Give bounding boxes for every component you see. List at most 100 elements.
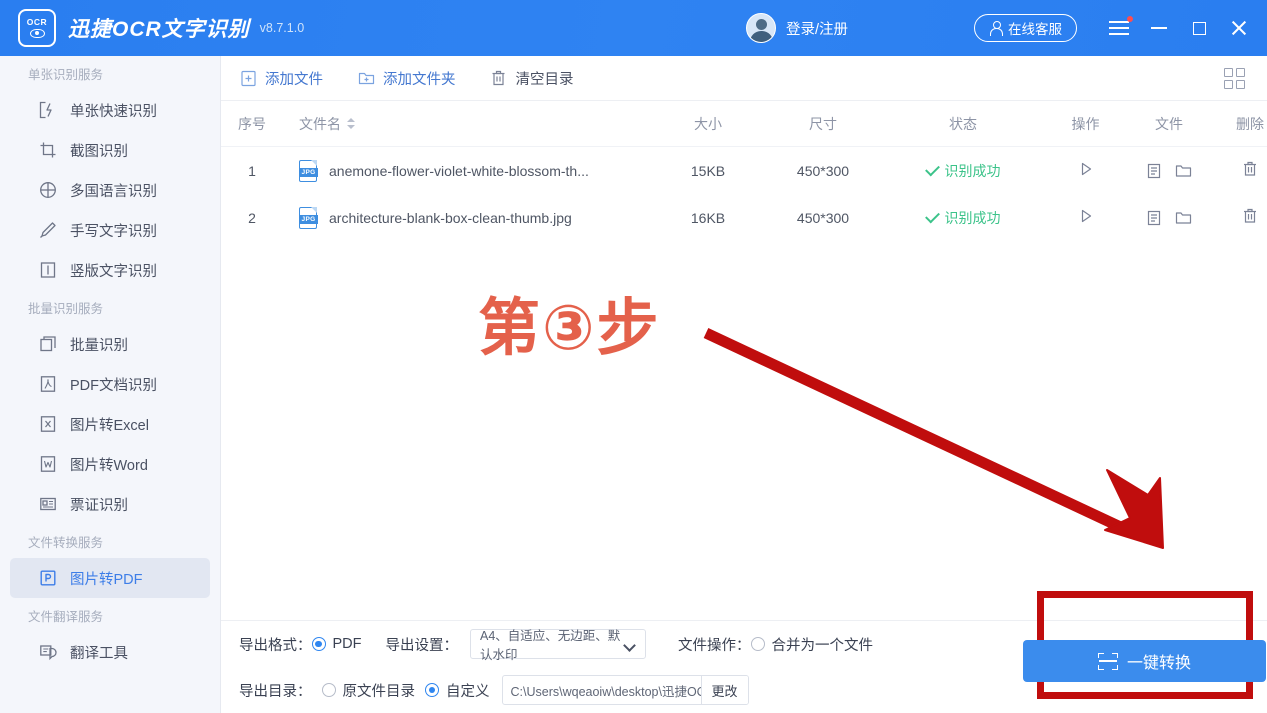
export-setting-select[interactable]: A4、自适应、无边距、默认水印 xyxy=(470,629,646,662)
sidebar-item-screenshot-ocr[interactable]: 截图识别 xyxy=(10,130,210,170)
sidebar-item-image-to-pdf[interactable]: 图片转PDF xyxy=(10,558,210,598)
row-file-actions[interactable] xyxy=(1128,210,1210,226)
export-setting-value: A4、自适应、无边距、默认水印 xyxy=(480,629,621,662)
login-register-link[interactable]: 登录/注册 xyxy=(786,18,848,39)
sidebar-item-translate-tool[interactable]: 翻译工具 xyxy=(10,632,210,672)
person-icon xyxy=(989,21,1003,36)
column-header-status: 状态 xyxy=(949,115,977,132)
account-area[interactable]: 登录/注册 xyxy=(746,0,848,56)
play-icon xyxy=(1078,161,1094,177)
row-filename-cell: JPG anemone-flower-violet-white-blossom-… xyxy=(283,159,653,182)
export-path-field[interactable]: C:\Users\wqeaoiw\desktop\迅捷OCR文字识 更改 xyxy=(501,675,749,705)
file-toolbar: 添加文件 添加文件夹 清空目录 xyxy=(221,56,1267,101)
table-row[interactable]: 1 JPG anemone-flower-violet-white-blosso… xyxy=(221,147,1267,194)
row-file-actions[interactable] xyxy=(1128,163,1210,179)
grid-view-icon[interactable] xyxy=(1224,68,1245,89)
avatar[interactable] xyxy=(746,13,776,43)
sidebar-item-label: 多国语言识别 xyxy=(70,183,157,200)
export-dir-custom-label: 自定义 xyxy=(446,683,490,700)
export-dir-original-option[interactable]: 原文件目录 xyxy=(321,680,416,701)
row-index: 2 xyxy=(248,209,256,226)
change-path-button[interactable]: 更改 xyxy=(700,676,748,704)
one-click-convert-button[interactable]: 一键转换 xyxy=(1023,640,1266,682)
sidebar-item-label: 图片转PDF xyxy=(70,571,143,588)
row-filename-cell: JPG architecture-blank-box-clean-thumb.j… xyxy=(283,206,653,229)
sort-icon[interactable] xyxy=(347,117,355,130)
close-button[interactable] xyxy=(1219,0,1259,56)
row-status-label: 识别成功 xyxy=(944,162,1001,179)
column-header-delete: 删除 xyxy=(1236,115,1264,132)
row-preview-button[interactable] xyxy=(1043,208,1128,227)
sidebar-item-quick-scan[interactable]: 单张快速识别 xyxy=(10,90,210,130)
export-format-label: 导出格式： xyxy=(239,637,312,654)
vertical-text-icon xyxy=(38,261,57,280)
notification-dot xyxy=(1127,16,1133,22)
minimize-button[interactable] xyxy=(1139,0,1179,56)
sidebar-item-pdf-ocr[interactable]: PDF文档识别 xyxy=(10,364,210,404)
folder-icon[interactable] xyxy=(1175,210,1192,226)
add-file-button[interactable]: 添加文件 xyxy=(239,68,323,89)
row-dimension: 450*300 xyxy=(796,162,850,179)
check-icon xyxy=(924,208,940,224)
column-header-index: 序号 xyxy=(238,115,266,132)
sidebar-item-label: 批量识别 xyxy=(70,337,128,354)
document-icon[interactable] xyxy=(1146,163,1162,179)
row-delete-button[interactable] xyxy=(1210,208,1267,227)
sidebar-item-handwriting-ocr[interactable]: 手写文字识别 xyxy=(10,210,210,250)
export-format-pdf-radio[interactable] xyxy=(311,637,326,651)
menu-button[interactable] xyxy=(1099,0,1139,56)
scan-icon xyxy=(1097,652,1118,670)
title-bar: OCR 迅捷OCR文字识别 v8.7.1.0 登录/注册 在线客服 xyxy=(0,0,1267,56)
row-status: 识别成功 xyxy=(883,207,1043,228)
sidebar-item-label: 票证识别 xyxy=(70,497,128,514)
sidebar-item-label: 图片转Excel xyxy=(70,417,149,434)
export-dir-label: 导出目录： xyxy=(239,683,312,700)
sidebar-item-label: 图片转Word xyxy=(70,457,148,474)
column-header-dimension: 尺寸 xyxy=(809,115,837,132)
clear-list-label: 清空目录 xyxy=(515,71,574,88)
row-delete-button[interactable] xyxy=(1210,161,1267,180)
export-setting-label: 导出设置： xyxy=(385,637,459,654)
sidebar-item-certificate-ocr[interactable]: 票证识别 xyxy=(10,484,210,524)
globe-icon xyxy=(38,181,57,200)
word-icon xyxy=(38,455,57,474)
app-title: 迅捷OCR文字识别 xyxy=(68,18,250,41)
app-logo-icon: OCR xyxy=(18,9,56,47)
export-dir-custom-radio[interactable] xyxy=(425,683,439,697)
folder-icon[interactable] xyxy=(1175,163,1192,179)
row-size: 16KB xyxy=(690,209,726,226)
table-row[interactable]: 2 JPG architecture-blank-box-clean-thumb… xyxy=(221,194,1267,241)
sidebar-item-label: 单张快速识别 xyxy=(70,103,157,120)
maximize-icon xyxy=(1192,21,1206,35)
jpg-file-icon-label: JPG xyxy=(299,214,318,224)
maximize-button[interactable] xyxy=(1179,0,1219,56)
add-folder-button[interactable]: 添加文件夹 xyxy=(357,68,456,89)
sidebar-item-batch-ocr[interactable]: 批量识别 xyxy=(10,324,210,364)
sidebar-item-label: 竖版文字识别 xyxy=(70,263,157,280)
sidebar-item-image-to-word[interactable]: 图片转Word xyxy=(10,444,210,484)
merge-files-radio[interactable] xyxy=(750,637,765,651)
sidebar-item-vertical-text-ocr[interactable]: 竖版文字识别 xyxy=(10,250,210,290)
chevron-down-icon xyxy=(625,641,636,648)
clear-list-button[interactable]: 清空目录 xyxy=(490,68,574,89)
column-header-filename-label: 文件名 xyxy=(299,115,341,132)
window-controls: 在线客服 xyxy=(974,0,1267,56)
sidebar-item-label: 截图识别 xyxy=(70,143,128,160)
card-icon xyxy=(38,495,57,514)
row-preview-button[interactable] xyxy=(1043,161,1128,180)
excel-icon xyxy=(38,415,57,434)
export-dir-custom-option[interactable]: 自定义 xyxy=(425,680,490,701)
logo-text: OCR xyxy=(26,17,48,28)
add-folder-label: 添加文件夹 xyxy=(383,71,456,88)
add-folder-icon xyxy=(357,69,375,87)
online-service-button[interactable]: 在线客服 xyxy=(974,14,1077,42)
sidebar-group-title: 文件转换服务 xyxy=(28,535,104,550)
column-header-filename[interactable]: 文件名 xyxy=(283,114,653,134)
export-dir-original-label: 原文件目录 xyxy=(342,683,416,700)
sidebar-item-image-to-excel[interactable]: 图片转Excel xyxy=(10,404,210,444)
column-header-operation: 操作 xyxy=(1071,115,1100,132)
column-header-size: 大小 xyxy=(694,115,722,132)
document-icon[interactable] xyxy=(1146,210,1162,226)
export-dir-original-radio[interactable] xyxy=(321,683,336,697)
sidebar-item-multilang-ocr[interactable]: 多国语言识别 xyxy=(10,170,210,210)
